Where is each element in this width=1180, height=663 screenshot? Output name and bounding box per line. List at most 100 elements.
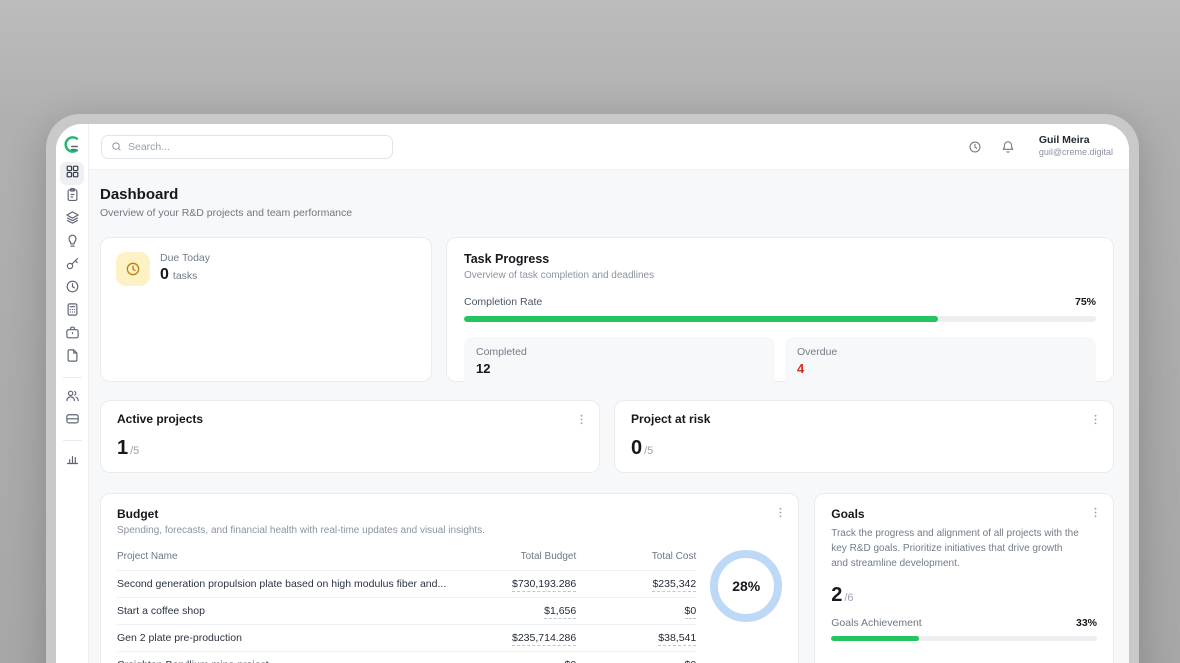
page-subtitle: Overview of your R&D projects and team p… [100, 207, 1114, 219]
search-input[interactable] [128, 141, 383, 153]
goals-progress-fill [831, 636, 919, 641]
task-progress-card: Task Progress Overview of task completio… [446, 237, 1114, 382]
project-at-risk-total: /5 [644, 445, 653, 457]
project-at-risk-value: 0 [631, 437, 642, 460]
budget-percent-value: 28% [732, 578, 760, 594]
due-today-label: Due Today [160, 252, 210, 264]
task-progress-subtitle: Overview of task completion and deadline… [464, 270, 1096, 281]
search-bar[interactable] [101, 135, 393, 159]
budget-table: Project Name Total Budget Total Cost Sec… [117, 546, 696, 663]
due-today-value: 0 [160, 266, 169, 284]
project-at-risk-title: Project at risk [631, 412, 1097, 426]
sidebar-item-billing[interactable] [60, 409, 84, 432]
project-name: Creighton Beryllium mine project [117, 652, 456, 663]
overdue-label: Overdue [797, 346, 1084, 358]
goals-title: Goals [831, 507, 1097, 521]
clock-icon [65, 279, 80, 299]
bell-icon[interactable] [1000, 139, 1016, 155]
active-projects-card: Active projects 1 /5 [100, 400, 600, 473]
total-budget-value[interactable]: $730,193.286 [512, 578, 576, 592]
column-project-name: Project Name [117, 546, 456, 570]
due-clock-icon [116, 252, 150, 286]
history-clock-icon[interactable] [967, 139, 983, 155]
kebab-menu-icon[interactable] [1088, 412, 1102, 426]
project-at-risk-card: Project at risk 0 /5 [614, 400, 1114, 473]
budget-table-header: Project Name Total Budget Total Cost [117, 546, 696, 571]
finance-row: Budget Spending, forecasts, and financia… [100, 493, 1114, 663]
summary-row: Due Today 0 tasks Task Progress Overview… [100, 237, 1114, 382]
search-icon [111, 141, 122, 152]
briefcase-icon [65, 325, 80, 345]
sidebar-divider [63, 440, 82, 441]
user-email: guil@creme.digital [1039, 147, 1113, 158]
topbar: Guil Meira guil@creme.digital [89, 124, 1129, 170]
app-window: V1.0 Guil Meira [56, 124, 1129, 663]
main-panel: Dashboard Overview of your R&D projects … [89, 170, 1129, 663]
total-budget-value[interactable]: $1,656 [544, 605, 576, 619]
overdue-value: 4 [797, 361, 1084, 376]
overdue-stat: Overdue 4 [785, 337, 1096, 387]
goals-value: 2 [831, 584, 842, 607]
sidebar-item-resources[interactable] [60, 254, 84, 277]
sidebar-item-projects[interactable] [60, 208, 84, 231]
user-menu[interactable]: Guil Meira guil@creme.digital [1039, 134, 1113, 158]
total-cost-value[interactable]: $38,541 [658, 632, 696, 646]
project-name: Gen 2 plate pre-production [117, 625, 456, 651]
goals-description: Track the progress and alignment of all … [831, 526, 1097, 571]
page-title: Dashboard [100, 186, 1114, 203]
due-today-info: Due Today 0 tasks [160, 252, 210, 284]
total-budget-value[interactable]: $0 [565, 659, 577, 663]
kebab-menu-icon[interactable] [1088, 505, 1102, 519]
document-icon [65, 348, 80, 368]
total-cost-value[interactable]: $235,342 [652, 578, 696, 592]
creme-logo[interactable] [61, 133, 83, 155]
sidebar-item-dashboard[interactable] [60, 162, 84, 185]
completion-progress-fill [464, 316, 938, 322]
kebab-menu-icon[interactable] [773, 505, 787, 519]
clipboard-icon [65, 187, 80, 207]
content-area: Guil Meira guil@creme.digital Dashboard … [89, 124, 1129, 663]
projects-row: Active projects 1 /5 Project at risk [100, 400, 1114, 473]
user-name: Guil Meira [1039, 134, 1113, 147]
task-progress-title: Task Progress [464, 252, 1096, 266]
sidebar-divider [63, 377, 82, 378]
goals-card: Goals Track the progress and alignment o… [814, 493, 1114, 663]
due-today-unit: tasks [173, 270, 198, 282]
sidebar-item-tasks[interactable] [60, 185, 84, 208]
sidebar-item-portfolio[interactable] [60, 323, 84, 346]
sidebar-item-documents[interactable] [60, 346, 84, 369]
completed-value: 12 [476, 361, 763, 376]
sidebar-item-time[interactable] [60, 277, 84, 300]
column-total-budget: Total Budget [456, 546, 576, 570]
budget-table-row[interactable]: Creighton Beryllium mine project $0 $0 [117, 652, 696, 663]
goals-total: /6 [844, 592, 853, 604]
budget-table-row[interactable]: Gen 2 plate pre-production $235,714.286 … [117, 625, 696, 652]
topbar-actions: Guil Meira guil@creme.digital [967, 134, 1113, 158]
users-icon [65, 388, 80, 408]
total-cost-value[interactable]: $0 [685, 605, 697, 619]
completed-stat: Completed 12 [464, 337, 775, 387]
total-budget-value[interactable]: $235,714.286 [512, 632, 576, 646]
budget-table-row[interactable]: Start a coffee shop $1,656 $0 [117, 598, 696, 625]
budget-subtitle: Spending, forecasts, and financial healt… [117, 525, 782, 536]
goals-achievement-value: 33% [1076, 617, 1097, 629]
key-icon [65, 256, 80, 276]
active-projects-total: /5 [130, 445, 139, 457]
window-bezel: V1.0 Guil Meira [46, 114, 1139, 663]
project-name: Start a coffee shop [117, 598, 456, 624]
active-projects-value: 1 [117, 437, 128, 460]
budget-percent-ring: 28% [710, 550, 782, 622]
kebab-menu-icon[interactable] [574, 412, 588, 426]
sidebar: V1.0 [56, 124, 89, 663]
sidebar-item-ideas[interactable] [60, 231, 84, 254]
sidebar-item-analytics[interactable] [60, 449, 84, 472]
budget-table-row[interactable]: Second generation propulsion plate based… [117, 571, 696, 598]
wallet-icon [65, 411, 80, 431]
goals-progress-bar [831, 636, 1097, 641]
completion-rate-value: 75% [1075, 296, 1096, 308]
sidebar-item-finance[interactable] [60, 300, 84, 323]
completion-rate-label: Completion Rate [464, 296, 542, 308]
sidebar-item-team[interactable] [60, 386, 84, 409]
total-cost-value[interactable]: $0 [685, 659, 697, 663]
lightbulb-icon [65, 233, 80, 253]
